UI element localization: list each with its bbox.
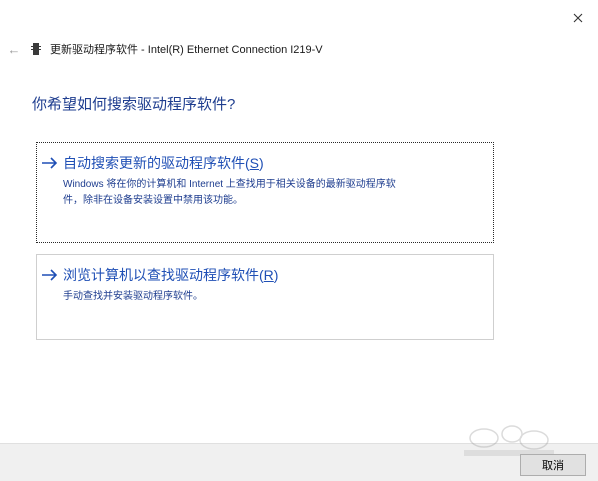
arrow-right-icon — [42, 157, 58, 169]
option-title: 浏览计算机以查找驱动程序软件(R) — [63, 267, 279, 283]
option-title: 自动搜索更新的驱动程序软件(S) — [63, 155, 264, 171]
title-bar: ← 更新驱动程序软件 - Intel(R) Ethernet Connectio… — [0, 36, 560, 62]
page-heading: 你希望如何搜索驱动程序软件? — [32, 96, 236, 113]
window-title: 更新驱动程序软件 - Intel(R) Ethernet Connection … — [50, 44, 323, 56]
option-header: 浏览计算机以查找驱动程序软件(R) — [41, 265, 278, 285]
back-button[interactable]: ← — [2, 37, 26, 61]
browse-computer-option[interactable]: 浏览计算机以查找驱动程序软件(R) 手动查找并安装驱动程序软件。 — [36, 254, 494, 340]
option-description: 手动查找并安装驱动程序软件。 — [63, 291, 203, 302]
search-automatically-option[interactable]: 自动搜索更新的驱动程序软件(S) Windows 将在你的计算机和 Intern… — [35, 141, 495, 244]
option-description: Windows 将在你的计算机和 Internet 上查找用于相关设备的最新驱动… — [63, 179, 396, 206]
close-button[interactable] — [562, 4, 594, 32]
back-arrow-icon: ← — [7, 41, 21, 57]
close-icon — [573, 13, 583, 23]
footer-bar — [0, 443, 598, 481]
arrow-right-icon — [42, 269, 58, 281]
option-header: 自动搜索更新的驱动程序软件(S) — [41, 153, 264, 173]
cancel-button[interactable]: 取消 — [520, 454, 586, 476]
network-adapter-icon — [30, 42, 44, 56]
